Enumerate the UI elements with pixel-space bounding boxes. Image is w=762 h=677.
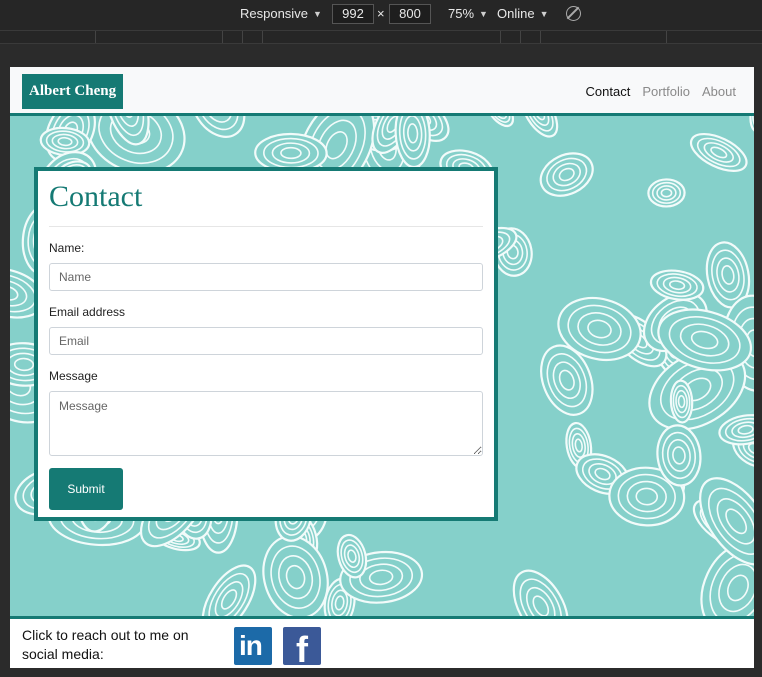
message-label: Message [49,369,98,383]
devtools-toolbar: Responsive ▼ 992 × 800 75% ▼ Online ▼ [0,0,762,30]
navbar: Albert Cheng Contact Portfolio About [10,67,754,116]
linkedin-icon[interactable]: in [234,627,272,665]
dimension-separator: × [377,6,385,21]
chevron-down-icon: ▼ [539,8,549,19]
device-select[interactable]: Responsive ▼ [240,6,322,21]
nav-link-contact[interactable]: Contact [586,84,631,99]
page-title: Contact [49,180,143,213]
nav-link-portfolio[interactable]: Portfolio [642,84,690,99]
name-input[interactable] [49,263,483,291]
viewport-height-input[interactable]: 800 [389,4,431,24]
zoom-select[interactable]: 75% ▼ [448,6,488,21]
device-label: Responsive [240,6,308,21]
chevron-down-icon: ▼ [479,8,488,19]
viewport-width-input[interactable]: 992 [332,4,374,24]
facebook-glyph: f [296,629,308,668]
page-viewport: Albert Cheng Contact Portfolio About Con… [10,67,754,668]
divider [49,226,483,227]
contact-card: Contact Name: Email address Message Subm… [34,167,498,521]
chevron-down-icon: ▼ [312,8,322,19]
brand-logo[interactable]: Albert Cheng [22,74,124,109]
facebook-icon[interactable]: f [283,627,321,668]
footer-text: Click to reach out to me on social media… [22,627,189,662]
zoom-label: 75% [448,6,475,21]
message-textarea[interactable] [49,391,483,456]
network-throttle-select[interactable]: Online ▼ [497,6,549,21]
nav-link-about[interactable]: About [702,84,736,99]
name-label: Name: [49,241,85,255]
nav-links: Contact Portfolio About [586,84,737,99]
linkedin-glyph: in [239,630,263,661]
rotate-icon[interactable] [566,6,581,21]
submit-button[interactable]: Submit [49,468,123,510]
email-input[interactable] [49,327,483,355]
email-label: Email address [49,305,126,319]
media-query-ruler [0,30,762,44]
network-label: Online [497,6,535,21]
pattern-background: Contact Name: Email address Message Subm… [10,116,754,616]
footer: Click to reach out to me on social media… [10,616,754,668]
